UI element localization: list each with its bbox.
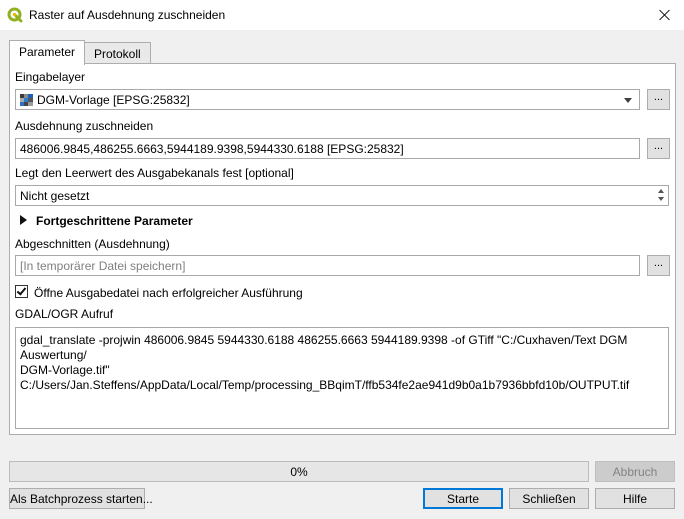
- qgis-logo-icon: [7, 7, 23, 23]
- nodata-value: Nicht gesetzt: [20, 189, 90, 203]
- window-title: Raster auf Ausdehnung zuschneiden: [29, 8, 226, 22]
- input-layer-browse-button[interactable]: ...: [647, 89, 670, 110]
- advanced-parameters-toggle[interactable]: Fortgeschrittene Parameter: [36, 214, 193, 228]
- tab-protokoll[interactable]: Protokoll: [84, 42, 151, 65]
- extent-menu-button[interactable]: ...: [647, 138, 670, 159]
- output-label: Abgeschnitten (Ausdehnung): [15, 237, 170, 251]
- close-icon[interactable]: [644, 0, 684, 30]
- start-button[interactable]: Starte: [423, 488, 503, 509]
- chevron-down-icon: [624, 98, 632, 103]
- extent-input[interactable]: 486006.9845,486255.6663,5944189.9398,594…: [15, 138, 640, 159]
- close-button[interactable]: Schließen: [509, 488, 589, 509]
- batch-process-button[interactable]: Als Batchprozess starten...: [9, 488, 153, 509]
- spin-up-icon[interactable]: [658, 189, 664, 193]
- spin-down-icon[interactable]: [658, 197, 664, 201]
- cancel-button[interactable]: Abbruch: [595, 461, 675, 482]
- nodata-label: Legt den Leerwert des Ausgabekanals fest…: [15, 166, 294, 180]
- checkmark-icon: [16, 285, 27, 296]
- extent-label: Ausdehnung zuschneiden: [15, 119, 154, 133]
- spinner-arrows[interactable]: [655, 187, 667, 204]
- help-button[interactable]: Hilfe: [595, 488, 675, 509]
- tab-parameter[interactable]: Parameter: [9, 40, 86, 65]
- input-layer-value: DGM-Vorlage [EPSG:25832]: [37, 93, 190, 107]
- gdal-command-text[interactable]: gdal_translate -projwin 486006.9845 5944…: [15, 327, 669, 429]
- gdal-label: GDAL/OGR Aufruf: [15, 307, 114, 321]
- output-file-input[interactable]: [In temporärer Datei speichern]: [15, 255, 640, 276]
- output-browse-button[interactable]: ...: [647, 255, 670, 276]
- title-bar: Raster auf Ausdehnung zuschneiden: [0, 0, 684, 30]
- input-layer-label: Eingabelayer: [15, 70, 86, 84]
- expand-arrow-icon[interactable]: [20, 215, 27, 225]
- open-output-label[interactable]: Öffne Ausgabedatei nach erfolgreicher Au…: [34, 286, 303, 300]
- input-layer-select[interactable]: DGM-Vorlage [EPSG:25832]: [15, 89, 640, 110]
- raster-layer-icon: [20, 94, 33, 106]
- nodata-spinbox[interactable]: Nicht gesetzt: [15, 185, 669, 206]
- progress-bar: 0%: [9, 461, 589, 482]
- open-output-checkbox[interactable]: [15, 285, 28, 298]
